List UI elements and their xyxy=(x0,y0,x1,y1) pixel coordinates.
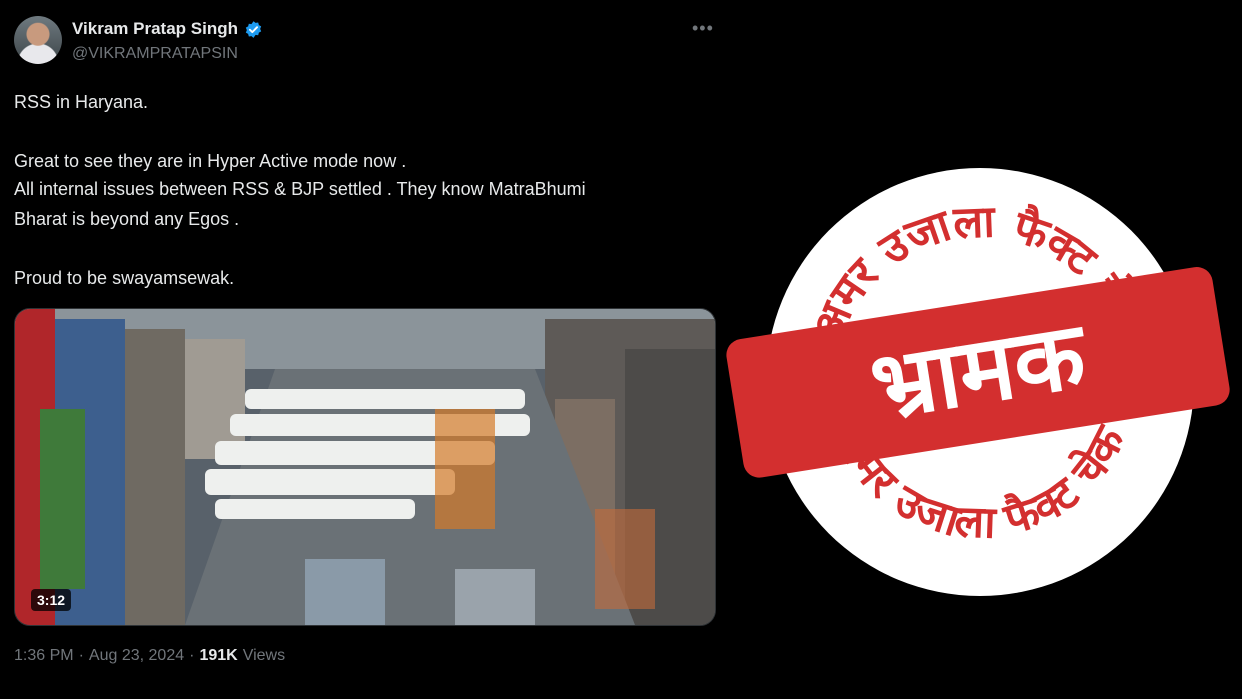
tweet-date[interactable]: Aug 23, 2024 xyxy=(89,647,184,665)
tweet-metadata: 1:36 PM · Aug 23, 2024 · 191K Views xyxy=(14,647,285,665)
avatar[interactable] xyxy=(14,16,62,64)
author-handle[interactable]: @VIKRAMPRATAPSIN xyxy=(72,45,238,63)
tweet-text-line: Bharat is beyond any Egos . xyxy=(14,209,240,229)
views-count[interactable]: 191K xyxy=(199,647,237,665)
tweet-text-line: Great to see they are in Hyper Active mo… xyxy=(14,151,407,171)
verified-badge-icon xyxy=(245,20,262,38)
tweet-text-line: All internal issues between RSS & BJP se… xyxy=(14,179,586,199)
video-thumbnail xyxy=(15,309,715,625)
tweet-text-line: Proud to be swayamsewak. xyxy=(14,268,235,288)
tweet-card: Vikram Pratap Singh @VIKRAMPRATAPSIN •••… xyxy=(0,0,730,699)
fact-check-stamp: अमर उजाला फैक्ट चेक अमर उजाला फैक्ट चेक … xyxy=(726,168,1230,596)
meta-separator: · xyxy=(189,647,195,664)
more-dots-icon[interactable]: ••• xyxy=(692,18,714,39)
video-player[interactable]: 3:12 xyxy=(14,308,716,626)
author-name[interactable]: Vikram Pratap Singh xyxy=(72,19,238,39)
tweet-text-line: RSS in Haryana. xyxy=(14,92,149,112)
views-label: Views xyxy=(242,647,286,664)
author-row: Vikram Pratap Singh xyxy=(72,19,263,39)
video-duration: 3:12 xyxy=(31,589,72,611)
meta-separator: · xyxy=(78,647,84,664)
tweet-time[interactable]: 1:36 PM xyxy=(14,647,74,665)
